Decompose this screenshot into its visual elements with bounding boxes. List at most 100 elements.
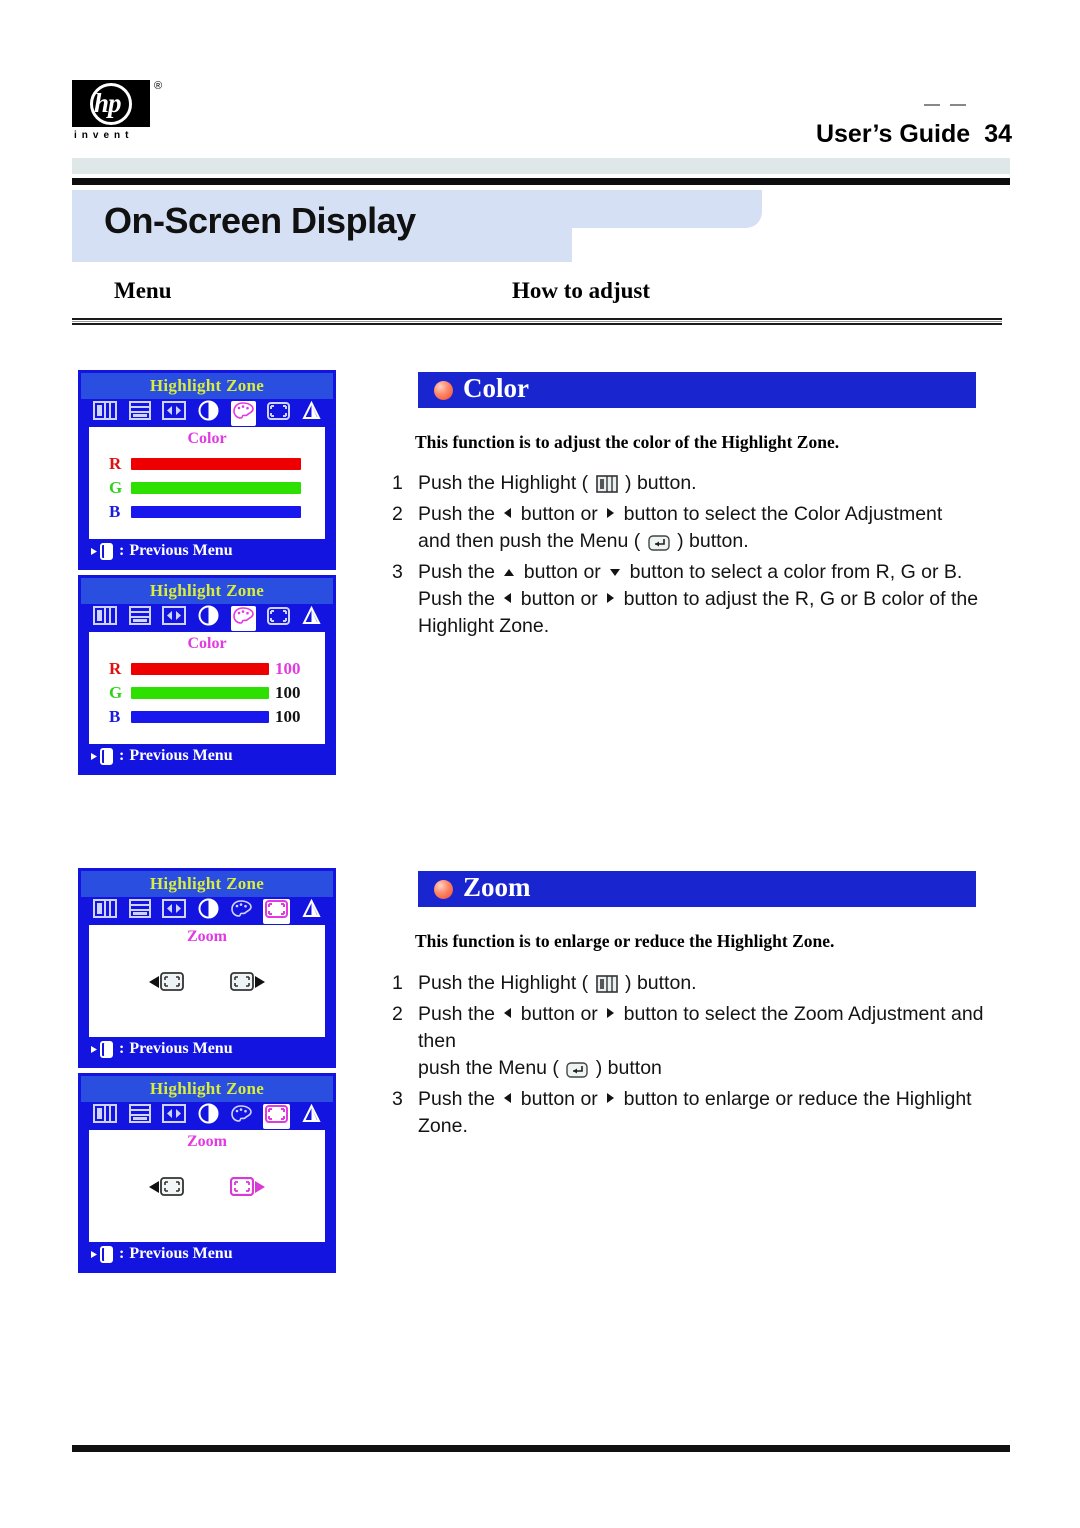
osd-color-bars: R 100 G 100 B 100: [89, 653, 325, 729]
step-fragment: Push the: [418, 561, 501, 583]
zoom-icon[interactable]: [267, 401, 291, 425]
bullet-sphere-icon: [434, 381, 453, 400]
section-title-color: Color: [463, 373, 529, 403]
hp-logo: hp ® invent: [72, 80, 164, 141]
step-fragment: button to adjust the R, G or B color of …: [618, 588, 979, 610]
osd-bar-fill: [131, 687, 269, 699]
h-position-icon[interactable]: [92, 1104, 117, 1128]
left-triangle-icon: [504, 508, 512, 518]
osd-previous-menu-label: Previous Menu: [129, 1245, 233, 1262]
width-icon[interactable]: [162, 606, 187, 630]
palette-icon[interactable]: [230, 400, 256, 426]
osd-bar-value: 100: [275, 683, 301, 702]
osd-bar-label: R: [109, 659, 122, 678]
hp-logo-tagline: invent: [74, 130, 134, 141]
osd-previous-menu-bar[interactable]: : Previous Menu: [81, 1037, 333, 1061]
section-title-zoom: Zoom: [463, 872, 531, 902]
right-triangle-icon: [607, 508, 615, 518]
palette-icon[interactable]: [230, 899, 252, 923]
bullet-sphere-icon: [434, 880, 453, 899]
step-text-before: Push the Highlight (: [418, 472, 589, 494]
v-position-icon[interactable]: [128, 606, 151, 630]
title-band-step: [562, 190, 762, 228]
osd-previous-menu-colon: :: [119, 1040, 125, 1057]
v-position-icon[interactable]: [128, 401, 151, 425]
width-icon[interactable]: [162, 401, 187, 425]
sharpness-icon[interactable]: [302, 605, 321, 630]
osd-bar-row[interactable]: R 100: [89, 657, 325, 681]
sharpness-icon[interactable]: [302, 1103, 321, 1128]
osd-bar-row[interactable]: G: [89, 476, 325, 500]
osd-title: Highlight Zone: [81, 1076, 333, 1102]
osd-body-label: Zoom: [187, 928, 227, 945]
zoom-out-control[interactable]: [148, 1177, 184, 1196]
left-triangle-icon: [504, 1093, 512, 1103]
osd-bar-value: 100: [275, 707, 301, 726]
osd-bar-fill: [131, 506, 301, 518]
osd-previous-menu-colon: :: [119, 747, 125, 764]
step-continuation: Push the button or button to adjust the …: [418, 586, 992, 613]
h-position-icon[interactable]: [92, 606, 117, 630]
osd-body-label: Color: [187, 430, 227, 447]
width-icon[interactable]: [162, 899, 187, 923]
title-band: On-Screen Display: [72, 190, 1010, 262]
osd-previous-menu-bar[interactable]: : Previous Menu: [81, 744, 333, 768]
step-number: 2: [392, 503, 403, 525]
osd-bar-fill: [131, 458, 301, 470]
sharpness-icon[interactable]: [302, 400, 321, 425]
step-continuation: and then push the Menu ( ) button.: [418, 528, 992, 559]
h-position-icon[interactable]: [92, 401, 117, 425]
zoom-out-control[interactable]: [148, 972, 184, 991]
step-number: 2: [392, 1003, 403, 1025]
left-triangle-icon: [504, 593, 512, 603]
h-position-icon[interactable]: [92, 899, 117, 923]
section-banner-zoom: Zoom: [418, 871, 976, 907]
osd-previous-menu-bar[interactable]: : Previous Menu: [81, 1242, 333, 1266]
v-position-icon[interactable]: [128, 899, 151, 923]
contrast-icon[interactable]: [198, 898, 219, 924]
users-guide-text: User’s Guide: [815, 120, 971, 148]
osd-bar-label: B: [109, 707, 121, 726]
step-text: Push the button or button to select the …: [418, 1001, 1007, 1055]
contrast-icon[interactable]: [198, 1103, 219, 1129]
contrast-icon[interactable]: [198, 605, 219, 631]
exit-door-icon: [89, 747, 114, 765]
width-icon[interactable]: [162, 1104, 187, 1128]
step-item: 1 Push the Highlight ( ) button.: [392, 470, 992, 501]
contrast-icon[interactable]: [198, 400, 219, 426]
step-continuation: Highlight Zone.: [418, 615, 550, 637]
zoom-in-control[interactable]: [230, 1177, 266, 1196]
step-item: 3 Push the button or button to select a …: [392, 559, 992, 586]
zoom-icon[interactable]: [263, 898, 291, 924]
header-gray-band: [72, 158, 1010, 174]
exit-door-icon: [89, 542, 114, 560]
osd-bar-row[interactable]: B: [89, 500, 325, 524]
zoom-icon[interactable]: [267, 606, 291, 630]
osd-body: Zoom: [89, 925, 325, 1037]
header-black-rule: [72, 178, 1010, 185]
step-text-after: ) button.: [625, 472, 697, 494]
step-fragment: Push the: [418, 588, 501, 610]
osd-bar-row[interactable]: B 100: [89, 705, 325, 729]
palette-icon[interactable]: [230, 605, 256, 631]
palette-icon[interactable]: [230, 1104, 252, 1128]
column-header-how-to-adjust: How to adjust: [512, 278, 651, 303]
zoom-icon[interactable]: [263, 1103, 291, 1129]
osd-bar-row[interactable]: R: [89, 452, 325, 476]
osd-zoom-controls: [89, 1177, 325, 1196]
menu-enter-icon: [566, 1059, 589, 1086]
exit-door-icon: [89, 1040, 114, 1058]
osd-previous-menu-bar[interactable]: : Previous Menu: [81, 539, 333, 563]
highlight-button-icon: [595, 974, 618, 1001]
osd-bar-label: G: [109, 478, 123, 497]
osd-bar-row[interactable]: G 100: [89, 681, 325, 705]
step-number: 1: [392, 472, 403, 494]
zoom-in-control[interactable]: [230, 972, 266, 991]
v-position-icon[interactable]: [128, 1104, 151, 1128]
sharpness-icon[interactable]: [302, 898, 321, 923]
step-item: 2 Push the button or button to select th…: [392, 501, 992, 528]
osd-zoom-controls: [89, 972, 325, 991]
page-title: On-Screen Display: [104, 200, 416, 241]
registered-trademark-icon: ®: [154, 80, 163, 92]
step-fragment: Push the: [418, 1088, 501, 1110]
